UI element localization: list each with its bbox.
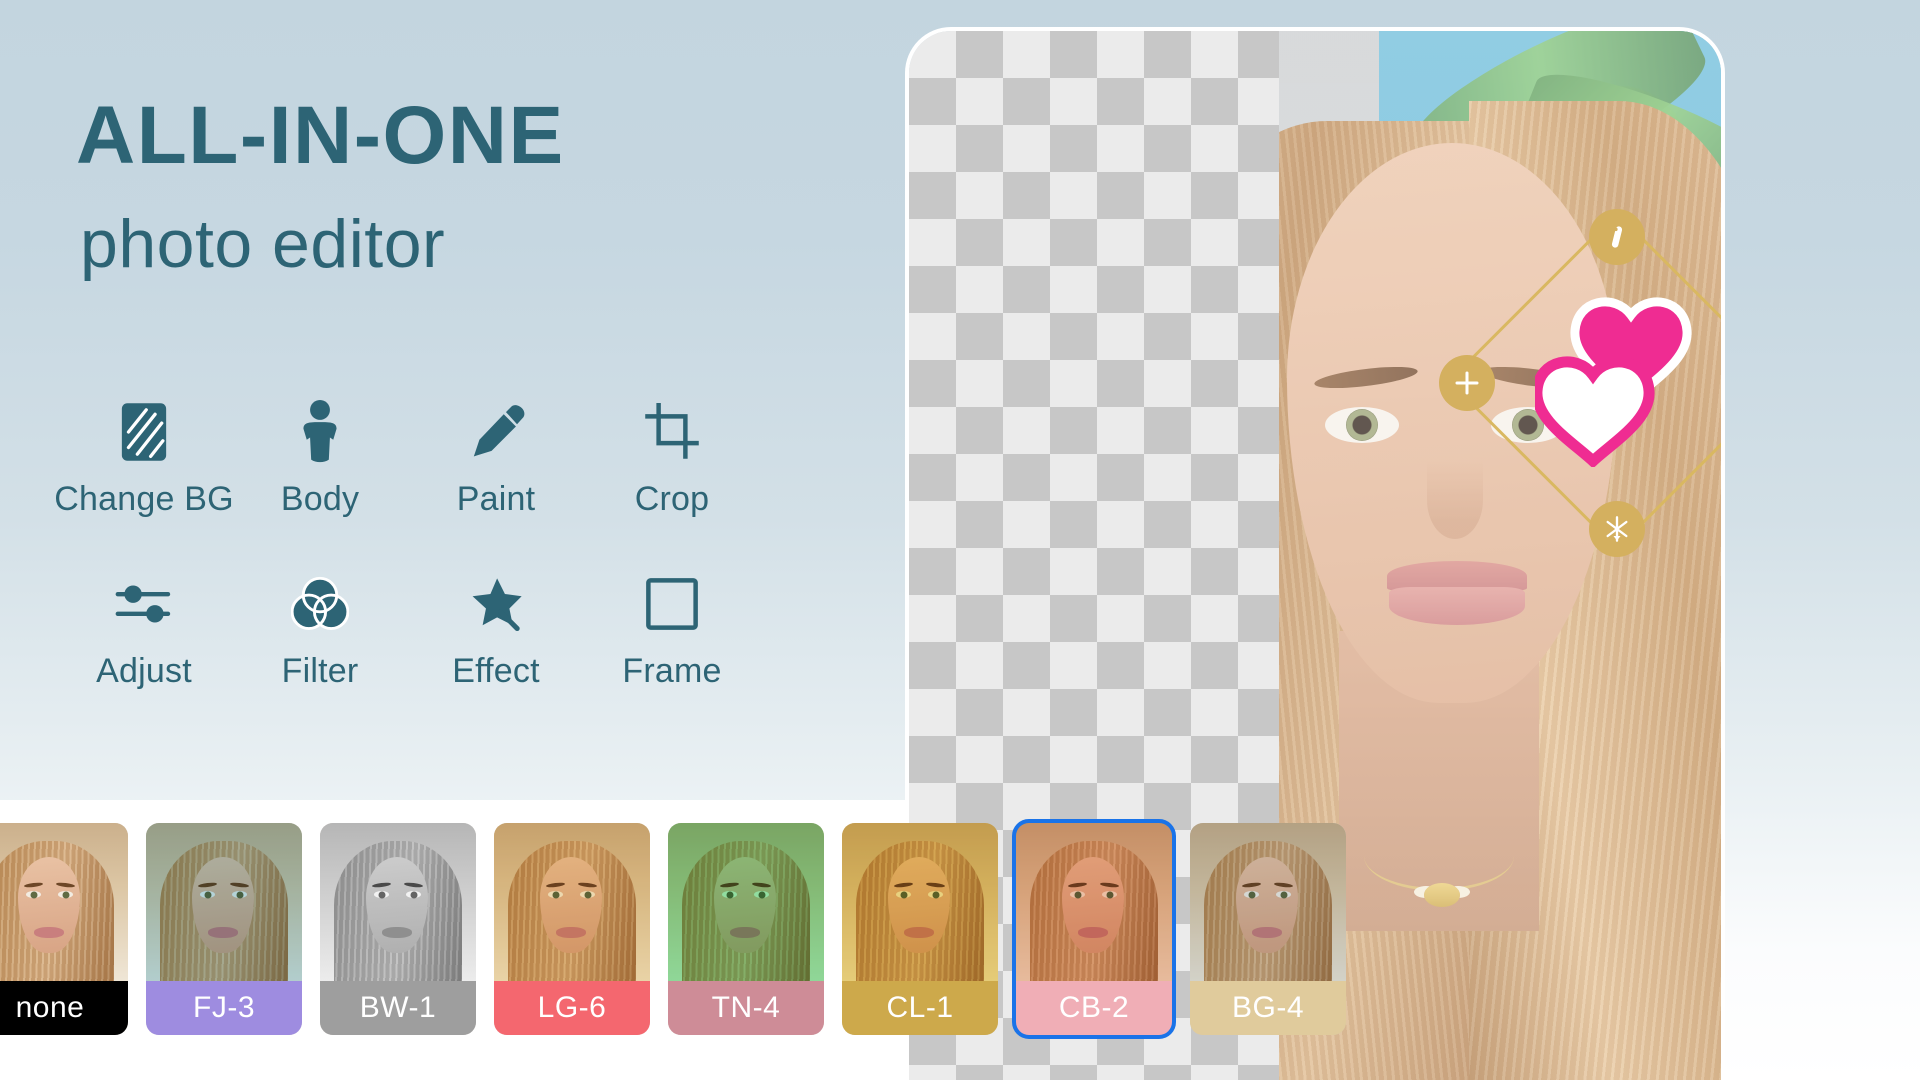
tool-effect[interactable]: Effect bbox=[408, 562, 584, 734]
tool-paint[interactable]: Paint bbox=[408, 390, 584, 562]
filter-tint bbox=[494, 823, 650, 981]
filter-tint bbox=[146, 823, 302, 981]
filter-preview bbox=[1190, 823, 1346, 981]
filter-tint bbox=[320, 823, 476, 981]
nose bbox=[1427, 461, 1483, 539]
tool-label: Adjust bbox=[96, 652, 192, 690]
filter-tint bbox=[0, 823, 128, 981]
resize-icon bbox=[1606, 516, 1628, 542]
necklace-chain bbox=[1364, 821, 1514, 891]
filter-preview bbox=[842, 823, 998, 981]
filter-thumb[interactable]: FJ-3 bbox=[146, 823, 302, 1035]
adjust-sliders-icon bbox=[113, 570, 175, 638]
tool-adjust[interactable]: Adjust bbox=[56, 562, 232, 734]
tool-label: Filter bbox=[281, 652, 359, 690]
filter-thumb[interactable]: BW-1 bbox=[320, 823, 476, 1035]
filter-label: none bbox=[0, 981, 128, 1035]
filter-thumb[interactable]: LG-6 bbox=[494, 823, 650, 1035]
filter-tint bbox=[1190, 823, 1346, 981]
bee-pendant bbox=[1424, 883, 1460, 907]
tool-label: Effect bbox=[452, 652, 540, 690]
lip-lower bbox=[1389, 587, 1525, 625]
filter-thumb[interactable]: TN-4 bbox=[668, 823, 824, 1035]
tool-label: Paint bbox=[456, 480, 536, 518]
filter-strip[interactable]: none FJ-3 BW-1 LG-6 TN-4 CL-1 CB-2 BG-4 bbox=[0, 819, 1346, 1039]
filter-label: BW-1 bbox=[320, 981, 476, 1035]
filter-preview bbox=[494, 823, 650, 981]
tool-label: Crop bbox=[634, 480, 710, 518]
filter-label: TN-4 bbox=[668, 981, 824, 1035]
filter-label: BG-4 bbox=[1190, 981, 1346, 1035]
filter-thumb[interactable]: none bbox=[0, 823, 128, 1035]
filter-label: FJ-3 bbox=[146, 981, 302, 1035]
plus-icon bbox=[1455, 371, 1479, 395]
crop-icon bbox=[645, 398, 699, 466]
filter-thumb[interactable]: BG-4 bbox=[1190, 823, 1346, 1035]
body-icon bbox=[294, 398, 346, 466]
filter-preview bbox=[0, 823, 128, 981]
filter-preview bbox=[146, 823, 302, 981]
tool-grid: Change BG Body Paint Crop Adjust Filter … bbox=[54, 390, 760, 734]
page-title: ALL-IN-ONE bbox=[76, 90, 565, 181]
filter-label: CL-1 bbox=[842, 981, 998, 1035]
filter-tint bbox=[842, 823, 998, 981]
filter-preview bbox=[1016, 823, 1172, 981]
filter-thumb[interactable]: CB-2 bbox=[1012, 819, 1176, 1039]
filter-preview bbox=[320, 823, 476, 981]
frame-square-icon bbox=[645, 570, 699, 638]
pen-icon bbox=[1611, 226, 1623, 248]
filter-preview bbox=[668, 823, 824, 981]
page-subtitle: photo editor bbox=[80, 206, 446, 282]
tool-frame[interactable]: Frame bbox=[584, 562, 760, 734]
filter-label: CB-2 bbox=[1016, 981, 1172, 1035]
filter-thumb[interactable]: CL-1 bbox=[842, 823, 998, 1035]
tool-crop[interactable]: Crop bbox=[584, 390, 760, 562]
edit-handle[interactable] bbox=[1589, 209, 1645, 265]
filter-label: LG-6 bbox=[494, 981, 650, 1035]
effect-magic-wand-icon bbox=[467, 570, 525, 638]
resize-handle[interactable] bbox=[1589, 501, 1645, 557]
filter-tint bbox=[1016, 823, 1172, 981]
filter-circles-icon bbox=[291, 570, 349, 638]
double-heart-sticker[interactable] bbox=[1535, 297, 1715, 467]
promo-panel: ALL-IN-ONE photo editor Change BG Body P… bbox=[0, 0, 900, 820]
filter-tint bbox=[668, 823, 824, 981]
tool-change-bg[interactable]: Change BG bbox=[54, 390, 234, 562]
tool-label: Frame bbox=[622, 652, 722, 690]
change-background-icon bbox=[116, 398, 172, 466]
eye-left bbox=[1325, 407, 1399, 443]
tool-label: Body bbox=[280, 480, 360, 518]
add-handle[interactable] bbox=[1439, 355, 1495, 411]
tool-filter[interactable]: Filter bbox=[232, 562, 408, 734]
tool-label: Change BG bbox=[54, 480, 234, 518]
paint-pencil-icon bbox=[467, 398, 525, 466]
tool-body[interactable]: Body bbox=[232, 390, 408, 562]
sticker-selection[interactable] bbox=[1439, 209, 1721, 557]
